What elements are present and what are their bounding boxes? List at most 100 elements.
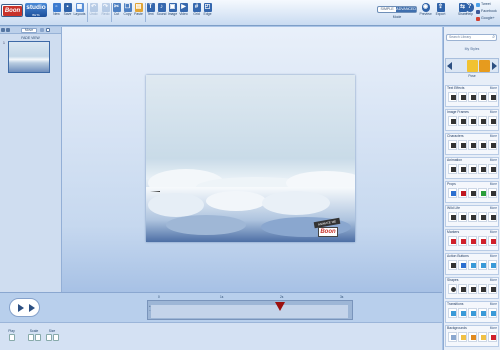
slide-down-icon[interactable] xyxy=(40,28,44,32)
library-item[interactable] xyxy=(468,188,477,198)
library-item[interactable] xyxy=(458,92,467,102)
library-item[interactable] xyxy=(478,92,487,102)
slides-grid-icon[interactable] xyxy=(6,28,10,32)
library-item[interactable] xyxy=(458,212,467,222)
timeline-zoom-controls[interactable]: + − xyxy=(149,304,151,312)
library-item[interactable] xyxy=(458,188,467,198)
library-item[interactable] xyxy=(468,284,477,294)
library-item[interactable] xyxy=(458,236,467,246)
library-item[interactable] xyxy=(468,92,477,102)
video-button[interactable]: ▶ Video xyxy=(177,1,190,25)
library-item[interactable] xyxy=(478,188,487,198)
library-item[interactable] xyxy=(448,140,457,150)
library-item[interactable] xyxy=(468,308,477,318)
library-item[interactable] xyxy=(478,164,487,174)
move-button[interactable]: Move xyxy=(21,28,37,33)
more-link[interactable]: More xyxy=(490,86,497,91)
library-item[interactable] xyxy=(478,236,487,246)
library-item[interactable] xyxy=(488,332,497,342)
library-item[interactable] xyxy=(478,308,487,318)
carousel-prev-icon[interactable] xyxy=(447,62,452,70)
library-item[interactable] xyxy=(448,188,457,198)
library-item[interactable] xyxy=(468,164,477,174)
library-item[interactable] xyxy=(458,116,467,126)
library-item[interactable] xyxy=(468,260,477,270)
slide-thumbnail[interactable] xyxy=(8,41,50,73)
library-item[interactable] xyxy=(458,140,467,150)
size-minus[interactable] xyxy=(46,334,52,341)
library-item[interactable] xyxy=(478,332,487,342)
more-link[interactable]: More xyxy=(490,302,497,307)
library-item[interactable] xyxy=(478,140,487,150)
play-control[interactable]: Play xyxy=(8,329,15,342)
library-search-input[interactable]: Search Library ⌕ xyxy=(446,34,497,41)
library-item[interactable] xyxy=(488,116,497,126)
more-link[interactable]: More xyxy=(490,110,497,115)
google-plus-link[interactable]: Google+ xyxy=(476,15,500,22)
more-link[interactable]: More xyxy=(490,278,497,283)
library-item[interactable] xyxy=(448,260,457,270)
library-item[interactable] xyxy=(488,164,497,174)
library-item[interactable] xyxy=(458,164,467,174)
library-item[interactable] xyxy=(448,236,457,246)
character-figure-icon[interactable] xyxy=(479,60,490,72)
library-item[interactable] xyxy=(448,332,457,342)
add-slide-icon[interactable] xyxy=(46,28,50,32)
library-item[interactable] xyxy=(448,164,457,174)
size-plus[interactable] xyxy=(53,334,59,341)
library-item[interactable] xyxy=(468,212,477,222)
carousel-next-icon[interactable] xyxy=(492,62,497,70)
library-item[interactable] xyxy=(478,212,487,222)
timeline-track[interactable] xyxy=(147,300,353,320)
library-item[interactable] xyxy=(488,140,497,150)
library-item[interactable] xyxy=(488,284,497,294)
help-button[interactable]: ? Help xyxy=(463,1,476,25)
mode-toggle[interactable]: SIMPLE ADVANCED xyxy=(377,6,417,13)
export-button[interactable]: ⇪ Export xyxy=(434,1,447,25)
slide-canvas[interactable] xyxy=(146,75,355,242)
more-link[interactable]: More xyxy=(490,206,497,211)
library-item[interactable] xyxy=(458,260,467,270)
library-item[interactable] xyxy=(488,92,497,102)
facebook-link[interactable]: Facebook xyxy=(476,8,500,15)
more-link[interactable]: More xyxy=(490,182,497,187)
playhead-marker-icon[interactable] xyxy=(275,302,285,311)
edge-button[interactable]: ◰ Edge xyxy=(201,1,214,25)
more-link[interactable]: More xyxy=(490,134,497,139)
character-figure-icon[interactable] xyxy=(467,60,478,72)
library-item[interactable] xyxy=(488,260,497,270)
preview-button[interactable]: ◉ Preview xyxy=(419,1,432,25)
library-item[interactable] xyxy=(448,212,457,222)
library-item[interactable] xyxy=(468,332,477,342)
library-item[interactable] xyxy=(468,140,477,150)
more-link[interactable]: More xyxy=(490,230,497,235)
library-item[interactable] xyxy=(488,308,497,318)
library-item[interactable] xyxy=(468,236,477,246)
library-item[interactable] xyxy=(448,116,457,126)
play-checkbox[interactable] xyxy=(9,334,15,341)
library-item[interactable] xyxy=(448,92,457,102)
scale-minus[interactable] xyxy=(28,334,34,341)
library-item[interactable] xyxy=(488,236,497,246)
more-link[interactable]: More xyxy=(490,254,497,259)
library-item[interactable] xyxy=(468,116,477,126)
more-link[interactable]: More xyxy=(490,326,497,331)
library-item[interactable] xyxy=(458,284,467,294)
library-item[interactable] xyxy=(488,188,497,198)
library-item[interactable] xyxy=(448,308,457,318)
timeline-lane[interactable] xyxy=(151,305,348,318)
library-item[interactable] xyxy=(448,284,457,294)
library-item[interactable] xyxy=(458,308,467,318)
library-item[interactable] xyxy=(478,260,487,270)
play-button[interactable] xyxy=(9,298,40,317)
library-item[interactable] xyxy=(478,116,487,126)
size-control[interactable]: Size xyxy=(45,329,59,342)
scale-plus[interactable] xyxy=(35,334,41,341)
layouts-button[interactable]: ▦ Layouts xyxy=(73,1,86,25)
slides-view-icon[interactable] xyxy=(1,28,5,32)
more-link[interactable]: More xyxy=(490,158,497,163)
library-item[interactable] xyxy=(478,284,487,294)
library-item[interactable] xyxy=(488,212,497,222)
tweet-link[interactable]: Tweet xyxy=(476,1,500,8)
mode-advanced-option[interactable]: ADVANCED xyxy=(396,7,416,12)
